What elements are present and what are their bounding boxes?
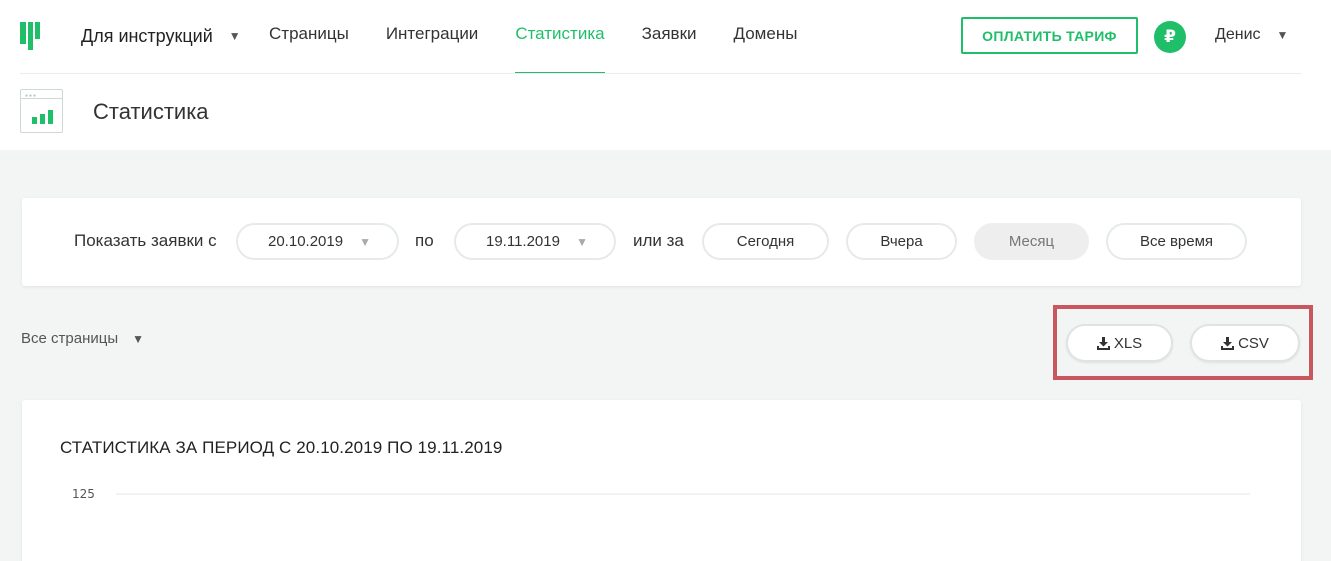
- show-from-label: Показать заявки с: [74, 231, 217, 250]
- balance-icon[interactable]: ₽: [1154, 21, 1186, 53]
- to-label: по: [415, 231, 434, 250]
- download-icon: [1221, 336, 1235, 350]
- export-csv-button[interactable]: CSV: [1190, 324, 1300, 362]
- chart-area: 125: [72, 487, 1250, 501]
- export-xls-label: XLS: [1113, 334, 1143, 352]
- chevron-down-icon: ▼: [228, 29, 241, 43]
- project-selector[interactable]: Для инструкций ▼: [81, 24, 241, 48]
- range-all-time-button[interactable]: Все время: [1106, 223, 1247, 260]
- download-icon: [1096, 336, 1110, 350]
- chevron-down-icon: ▼: [1276, 28, 1289, 42]
- date-filter-panel: Показать заявки с 20.10.2019 ▼ по 19.11.…: [22, 198, 1301, 286]
- export-xls-button[interactable]: XLS: [1066, 324, 1173, 362]
- nav-item-integrations[interactable]: Интеграции: [386, 0, 479, 74]
- main-nav: Страницы Интеграции Статистика Заявки До…: [269, 0, 834, 74]
- page-title: Статистика: [93, 99, 209, 124]
- top-header: Для инструкций ▼ Страницы Интеграции Ста…: [0, 0, 1331, 150]
- chevron-down-icon: ▼: [576, 234, 588, 249]
- range-today-button[interactable]: Сегодня: [702, 223, 829, 260]
- date-to-value: 19.11.2019: [486, 233, 560, 250]
- nav-item-requests[interactable]: Заявки: [642, 0, 697, 74]
- header-divider: [20, 73, 1301, 74]
- user-menu[interactable]: Денис ▼: [1215, 26, 1288, 44]
- chevron-down-icon: ▼: [359, 234, 371, 249]
- logo-icon[interactable]: [20, 22, 48, 50]
- nav-item-statistics[interactable]: Статистика: [515, 0, 605, 74]
- pay-tariff-button[interactable]: ОПЛАТИТЬ ТАРИФ: [961, 17, 1138, 54]
- chevron-down-icon: ▼: [132, 331, 144, 346]
- pages-filter-value: Все страницы: [21, 330, 119, 347]
- nav-item-domains[interactable]: Домены: [734, 0, 798, 74]
- date-from-select[interactable]: 20.10.2019 ▼: [236, 223, 399, 260]
- user-name: Денис: [1215, 26, 1261, 43]
- statistics-icon: ●●●: [20, 89, 63, 133]
- pages-filter-select[interactable]: Все страницы ▼: [21, 330, 144, 347]
- date-from-value: 20.10.2019: [268, 233, 344, 250]
- export-csv-label: CSV: [1238, 334, 1269, 352]
- y-tick-label: 125: [72, 487, 95, 501]
- or-label: или за: [633, 231, 684, 250]
- chart-panel: СТАТИСТИКА ЗА ПЕРИОД С 20.10.2019 ПО 19.…: [22, 400, 1301, 561]
- range-yesterday-button[interactable]: Вчера: [846, 223, 957, 260]
- range-month-button[interactable]: Месяц: [974, 223, 1089, 260]
- project-name: Для инструкций: [81, 25, 213, 46]
- date-to-select[interactable]: 19.11.2019 ▼: [454, 223, 616, 260]
- nav-item-pages[interactable]: Страницы: [269, 0, 349, 74]
